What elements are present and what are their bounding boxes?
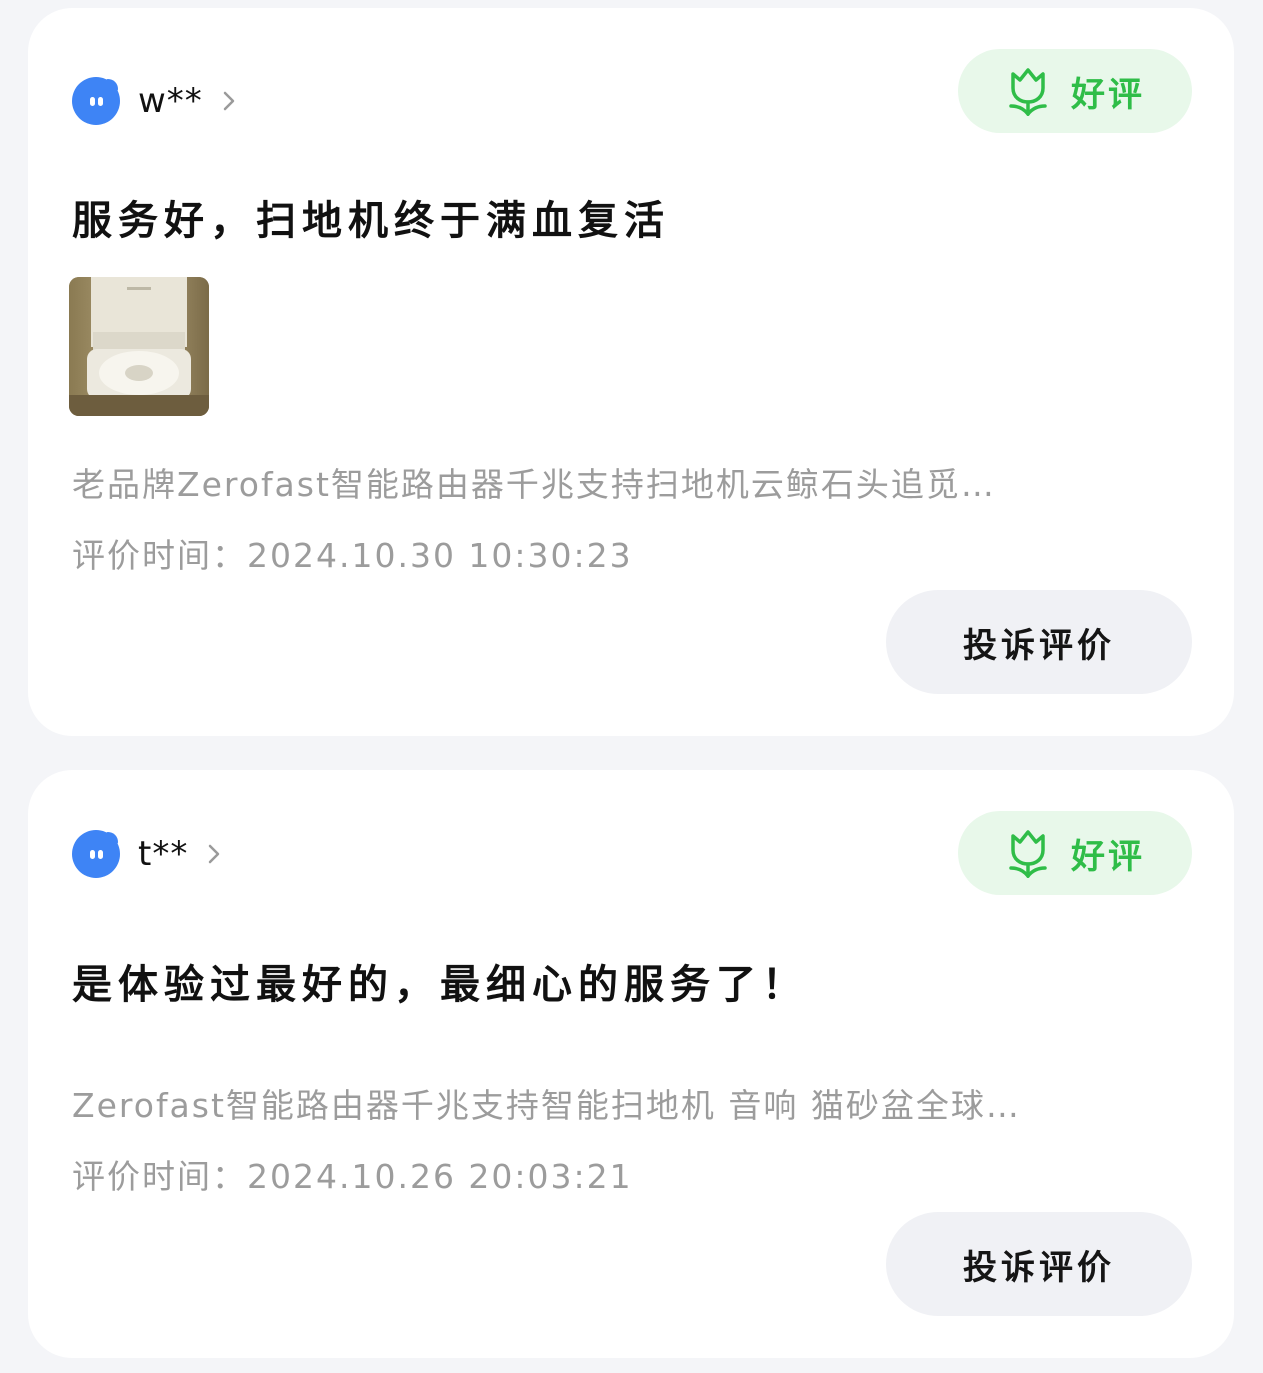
review-time-label: 评价时间：: [72, 536, 247, 575]
review-title: 服务好，扫地机终于满血复活: [72, 198, 670, 244]
product-name[interactable]: Zerofast智能路由器千兆支持智能扫地机 音响 猫砂盆全球…: [72, 1079, 1162, 1127]
product-name[interactable]: 老品牌Zerofast智能路由器千兆支持扫地机云鲸石头追觅…: [72, 458, 1142, 506]
review-card: t** 好评 是体验过最好的，最细心的服务了！ Zerofast智能路由器千兆支…: [28, 770, 1234, 1358]
review-title: 是体验过最好的，最细心的服务了！: [72, 962, 808, 1008]
tulip-icon: [1009, 68, 1047, 116]
complain-review-button[interactable]: 投诉评价: [886, 1212, 1192, 1316]
review-time-value: 2024.10.26 20:03:21: [247, 1157, 633, 1196]
reviewer-name: w**: [138, 81, 203, 121]
chevron-right-icon: [217, 89, 241, 113]
reviewer-info[interactable]: t**: [72, 829, 226, 879]
badge-label: 好评: [1071, 74, 1145, 115]
avatar: [72, 77, 120, 125]
good-review-badge: 好评: [958, 49, 1192, 133]
reviewer-name: t**: [138, 834, 189, 874]
review-photo[interactable]: [69, 277, 209, 416]
review-time: 评价时间：2024.10.30 10:30:23: [72, 529, 633, 577]
reviewer-info[interactable]: w**: [72, 76, 241, 126]
avatar: [72, 830, 120, 878]
review-card: w** 好评 服务好，扫地机终于满血复活 老品牌Zerofast智能路由器千兆支…: [28, 8, 1234, 736]
tulip-icon: [1009, 830, 1047, 878]
review-time-label: 评价时间：: [72, 1157, 247, 1196]
review-time-value: 2024.10.30 10:30:23: [247, 536, 633, 575]
review-time: 评价时间：2024.10.26 20:03:21: [72, 1150, 633, 1198]
chevron-right-icon: [202, 842, 226, 866]
robot-vacuum-photo: [69, 277, 209, 416]
complain-review-button[interactable]: 投诉评价: [886, 590, 1192, 694]
badge-label: 好评: [1071, 836, 1145, 877]
good-review-badge: 好评: [958, 811, 1192, 895]
